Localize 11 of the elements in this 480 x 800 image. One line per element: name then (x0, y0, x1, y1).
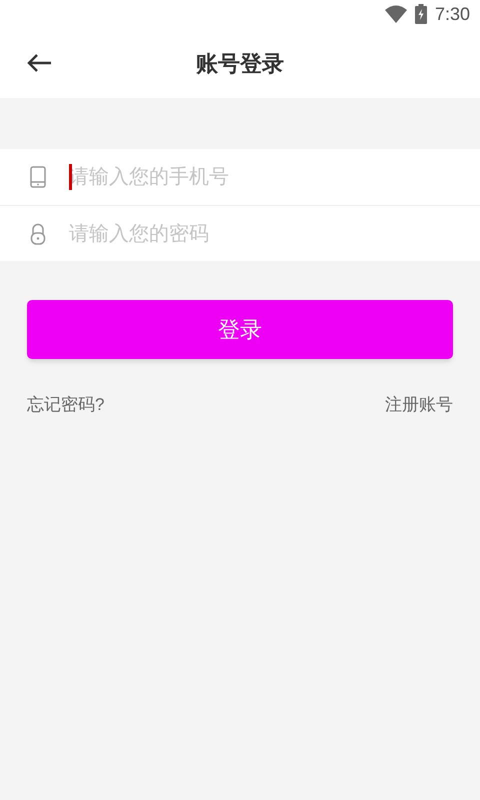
phone-icon (30, 166, 46, 188)
login-button[interactable]: 登录 (27, 300, 453, 359)
status-time: 7:30 (434, 2, 470, 26)
back-arrow-icon (26, 53, 52, 73)
forgot-password-link[interactable]: 忘记密码? (27, 392, 104, 418)
input-field[interactable]: 请输入您的密码 (69, 218, 464, 248)
register-link[interactable]: 注册账号 (385, 392, 453, 418)
lock-icon (30, 222, 46, 244)
battery-icon (414, 4, 427, 24)
page-title: 账号登录 (196, 50, 284, 78)
wifi-icon (384, 5, 407, 23)
